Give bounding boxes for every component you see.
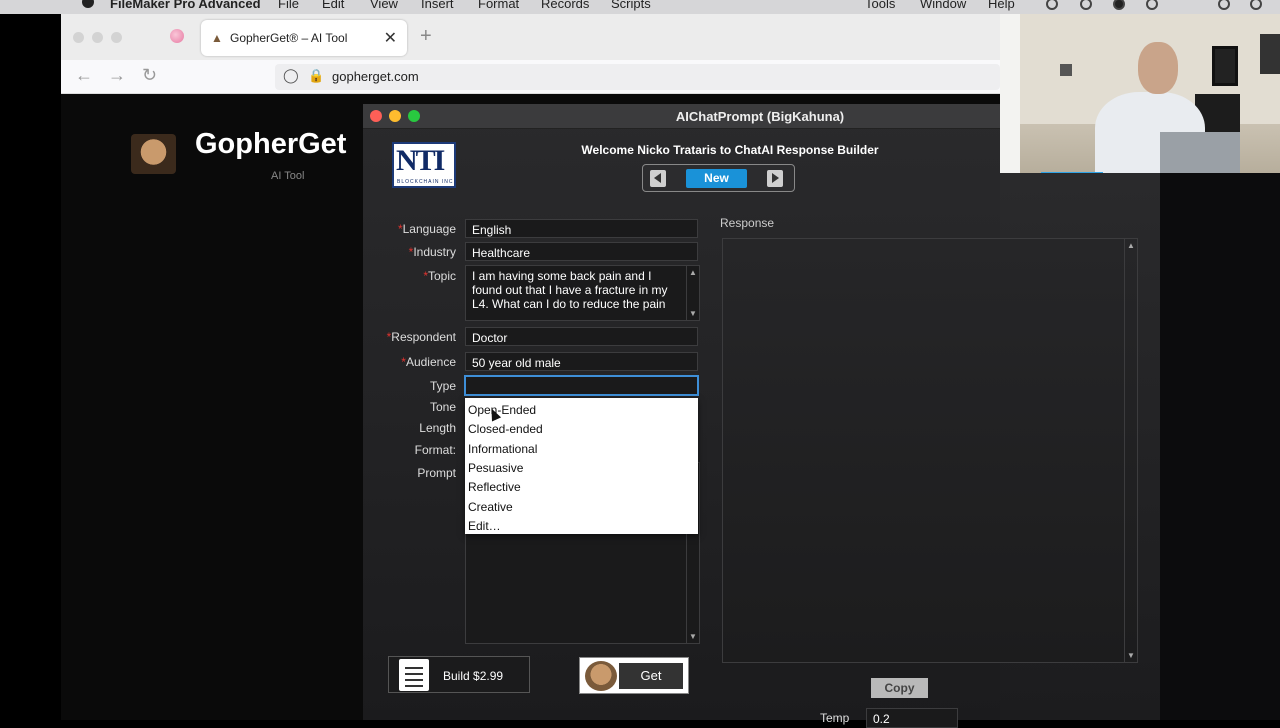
respondent-label: *Respondent [386,330,456,344]
reload-icon[interactable]: ↻ [142,65,157,86]
gopher-favicon-icon: ▲ [211,31,223,45]
type-option-informational[interactable]: Informational [468,442,537,456]
type-field[interactable] [465,376,698,395]
response-label: Response [720,216,775,230]
gopher-icon [585,661,617,691]
site-subtitle: AI Tool [271,170,305,182]
get-button[interactable]: Get [579,657,689,694]
type-option-closed-ended[interactable]: Closed-ended [468,422,543,436]
response-scrollbar[interactable]: ▲ ▼ [1124,239,1137,662]
response-field[interactable]: ▲ ▼ [722,238,1138,663]
build-label: Build $2.99 [443,669,504,683]
length-label: Length [419,421,456,435]
menu-help[interactable]: Help [988,0,1015,11]
type-option-open-ended[interactable]: Open-Ended [468,403,536,417]
type-option-creative[interactable]: Creative [468,500,513,514]
firefox-view-icon[interactable] [170,29,184,43]
get-label: Get [619,663,683,689]
lock-icon[interactable]: 🔒 [308,68,324,84]
prompt-label: Prompt [417,466,456,480]
audience-field[interactable]: 50 year old male [465,352,698,371]
scroll-down-icon[interactable]: ▼ [1127,651,1135,660]
topic-field[interactable]: I am having some back pain and I found o… [465,265,700,321]
browser-tab-active[interactable]: ▲ GopherGet® – AI Tool ✕ [201,20,407,56]
background-right [1160,173,1280,720]
prev-record-button[interactable] [650,170,666,187]
fm-title-bar: AIChatPrompt (BigKahuna) [363,104,1000,129]
right-arrow-icon [772,173,779,183]
shield-icon[interactable]: ◯ [283,67,299,84]
nti-logo: NTI BLOCKCHAIN INC [392,142,456,188]
topic-text[interactable]: I am having some back pain and I found o… [472,269,682,311]
menu-tools[interactable]: Tools [865,0,895,11]
close-tab-icon[interactable]: ✕ [384,28,397,48]
build-button[interactable]: Build $2.99 [388,656,530,693]
menu-scripts[interactable]: Scripts [611,0,651,11]
menu-file[interactable]: File [278,0,299,11]
respondent-field[interactable]: Doctor [465,327,698,346]
new-tab-button[interactable]: + [420,25,432,48]
browser-tab-bar: ▲ GopherGet® – AI Tool ✕ + [61,14,1000,60]
type-dropdown-list: Open-Ended Closed-ended Informational Pe… [465,398,698,534]
type-option-edit[interactable]: Edit… [468,519,501,533]
type-option-persuasive[interactable]: Pesuasive [468,461,523,475]
format-label: Format: [414,443,456,457]
industry-label: *Industry [408,245,456,259]
topic-scrollbar[interactable]: ▲ ▼ [686,266,699,320]
scroll-up-icon[interactable]: ▲ [1127,241,1135,250]
language-field[interactable]: English [465,219,698,238]
tone-label: Tone [429,400,456,414]
left-arrow-icon [654,173,661,183]
left-desktop-strip [0,14,61,720]
temp-label: Temp [820,711,850,725]
type-option-reflective[interactable]: Reflective [468,480,521,494]
menu-view[interactable]: View [370,0,398,11]
status-icon-1[interactable] [1046,0,1058,10]
window-close-dim[interactable] [73,32,84,43]
status-icon-3[interactable] [1113,0,1125,10]
tab-title: GopherGet® – AI Tool [230,31,348,45]
language-label: *Language [397,222,456,236]
document-icon [399,659,429,691]
record-nav-group: New [642,164,795,192]
url-text[interactable]: gopherget.com [332,69,419,84]
gopher-logo[interactable] [131,134,176,174]
status-icon-4[interactable] [1146,0,1158,10]
next-record-button[interactable] [767,170,783,187]
menu-insert[interactable]: Insert [421,0,454,11]
menu-records[interactable]: Records [541,0,589,11]
macos-menubar: FileMaker Pro Advanced File Edit View In… [0,0,1280,14]
menu-format[interactable]: Format [478,0,519,11]
wifi-icon[interactable] [1218,0,1230,10]
search-icon[interactable] [1250,0,1262,10]
window-zoom-dim[interactable] [111,32,122,43]
site-title: GopherGet [195,128,347,160]
webcam-overlay [1000,14,1280,173]
forward-icon[interactable]: → [108,65,126,86]
back-icon[interactable]: ← [75,65,93,86]
temp-field[interactable]: 0.2 [866,708,958,728]
menu-window[interactable]: Window [920,0,966,11]
url-bar[interactable]: ◯ 🔒 gopherget.com [275,64,1000,90]
menu-edit[interactable]: Edit [322,0,344,11]
menu-app-name[interactable]: FileMaker Pro Advanced [110,0,261,11]
industry-field[interactable]: Healthcare [465,242,698,261]
new-record-button[interactable]: New [686,169,747,188]
window-minimize-dim[interactable] [92,32,103,43]
status-icon-2[interactable] [1080,0,1092,10]
type-label: Type [429,379,456,393]
audience-label: *Audience [401,355,456,369]
welcome-text: Welcome Nicko Trataris to ChatAI Respons… [581,143,879,157]
scroll-down-icon[interactable]: ▼ [689,309,697,318]
scroll-up-icon[interactable]: ▲ [689,268,697,277]
topic-label: *Topic [423,269,456,283]
apple-icon[interactable] [82,0,94,8]
scroll-down-icon[interactable]: ▼ [689,632,697,641]
browser-nav-bar: ← → ↻ ◯ 🔒 gopherget.com [61,60,1000,94]
copy-button[interactable]: Copy [871,678,928,698]
